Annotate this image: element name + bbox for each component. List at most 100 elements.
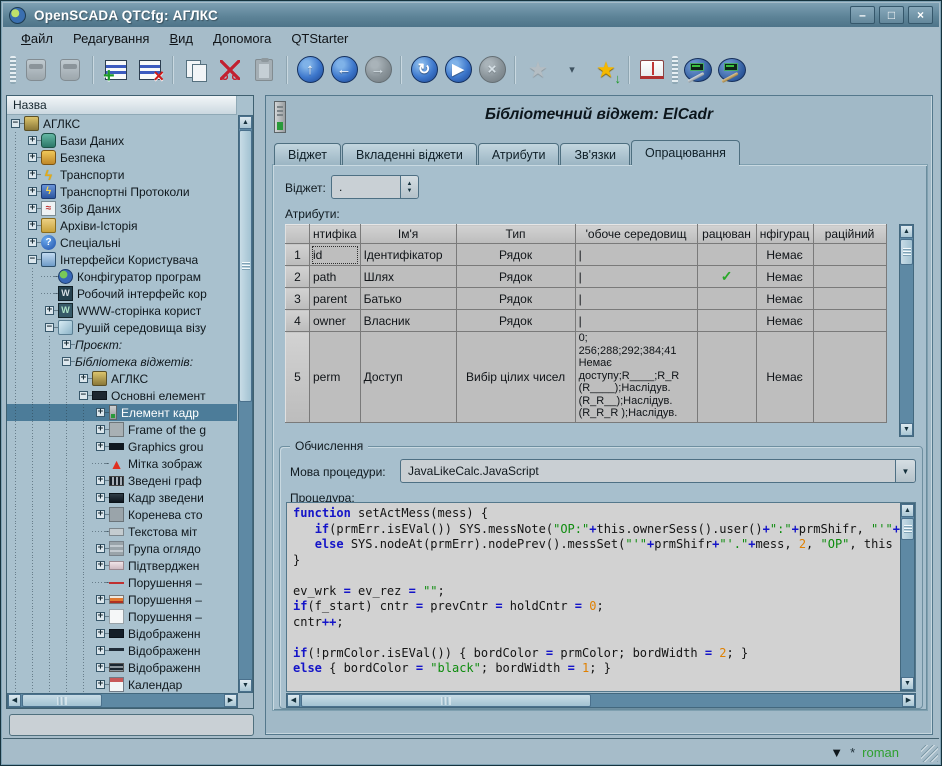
tree-item-кадр-зведени[interactable]: + Кадр зведени <box>7 489 237 506</box>
attr-cell-processing[interactable]: ✓ <box>696 265 757 288</box>
tree-status-line-edit[interactable] <box>9 714 254 736</box>
title-bar[interactable]: OpenSCADA QTCfg: АГЛКС – □ × <box>3 3 939 27</box>
attr-cell-id[interactable]: parent <box>309 287 361 310</box>
scroll-down-icon[interactable] <box>900 423 913 436</box>
tree-expander-collapsed-icon[interactable]: + <box>41 302 58 319</box>
tree-item-інтерфейси-користувача[interactable]: − Інтерфейси Користувача <box>7 251 237 268</box>
tab-0[interactable]: Віджет <box>274 143 342 165</box>
attr-cell-processing[interactable] <box>696 243 757 266</box>
code-scrollbar-handle[interactable] <box>901 518 914 540</box>
attr-cell-name[interactable]: Власник <box>359 309 457 332</box>
row-number[interactable]: 2 <box>285 265 310 288</box>
scroll-left-icon[interactable] <box>8 694 21 707</box>
tree-expander-collapsed-icon[interactable]: + <box>92 642 109 659</box>
attr-cell-config-value[interactable] <box>812 243 887 266</box>
close-button[interactable]: × <box>908 6 933 24</box>
tree-item-порушення-[interactable]: + Порушення – <box>7 608 237 625</box>
tree-expander-collapsed-icon[interactable]: + <box>58 336 75 353</box>
tree-scrollbar-handle[interactable] <box>239 130 252 402</box>
tree-item-безпека[interactable]: + Безпека <box>7 149 237 166</box>
tree-item-робочий-інтерфейс-кор[interactable]: W Робочий інтерфейс кор <box>7 285 237 302</box>
attr-cell-id[interactable]: id <box>309 243 361 266</box>
attr-cell-config-value[interactable] <box>812 309 887 332</box>
tree-item-основні-елемент[interactable]: − Основні елемент <box>7 387 237 404</box>
attr-cell-type[interactable]: Рядок <box>455 243 576 266</box>
attr-cell-workarea[interactable]: | <box>574 243 698 266</box>
refresh-button[interactable]: ↻ <box>407 53 441 87</box>
attr-cell-processing[interactable] <box>696 287 757 310</box>
tree-item-спеціальні[interactable]: +? Спеціальні <box>7 234 237 251</box>
tree-hscrollbar-handle[interactable] <box>22 694 102 707</box>
tree-expander-collapsed-icon[interactable]: + <box>92 421 109 438</box>
spin-up-icon[interactable]: ▲ <box>407 181 413 187</box>
attr-column-header-5[interactable]: рацюван <box>696 224 757 244</box>
attr-cell-type[interactable]: Рядок <box>455 287 576 310</box>
start-button[interactable]: ▶ <box>441 53 475 87</box>
attr-cell-name[interactable]: Батько <box>359 287 457 310</box>
minimize-button[interactable]: – <box>850 6 875 24</box>
menu-item-2[interactable]: Вид <box>159 29 203 48</box>
tree-expander-expanded-icon[interactable]: − <box>58 353 75 370</box>
widget-combo[interactable]: . ▲ ▼ <box>331 175 419 199</box>
up-button[interactable]: ↑ <box>293 53 327 87</box>
tree-expander-collapsed-icon[interactable]: + <box>92 472 109 489</box>
tree-vertical-scrollbar[interactable] <box>238 115 253 693</box>
tree-item-порушення-[interactable]: + Порушення – <box>7 591 237 608</box>
tree-item-рушій-середовища-візу[interactable]: − Рушій середовища візу <box>7 319 237 336</box>
tree-item-коренева-сто[interactable]: + Коренева сто <box>7 506 237 523</box>
tree-expander-collapsed-icon[interactable]: + <box>24 234 41 251</box>
cut-button[interactable] <box>213 53 247 87</box>
tree-item-порушення-[interactable]: Порушення – <box>7 574 237 591</box>
row-number[interactable]: 3 <box>285 287 310 310</box>
attr-cell-workarea[interactable]: | <box>574 287 698 310</box>
attr-cell-type[interactable]: Рядок <box>455 309 576 332</box>
tab-3[interactable]: Зв'язки <box>560 143 630 165</box>
attr-cell-config-value[interactable] <box>812 287 887 310</box>
scroll-up-icon[interactable] <box>239 116 252 129</box>
attr-column-header-0[interactable] <box>285 224 310 244</box>
attr-cell-name[interactable]: Шлях <box>359 265 457 288</box>
qtstarter-vision-button[interactable] <box>681 53 715 87</box>
menu-item-4[interactable]: QTStarter <box>281 29 358 48</box>
tree-item-graphics-grou[interactable]: + Graphics grou <box>7 438 237 455</box>
attr-cell-type[interactable]: Вибір цілих чисел <box>455 331 576 423</box>
tree-item-елемент-кадр[interactable]: + Елемент кадр <box>7 404 237 421</box>
tree-header-name[interactable]: Назва <box>7 96 237 115</box>
menu-item-0[interactable]: Файл <box>11 29 63 48</box>
tree-expander-expanded-icon[interactable]: − <box>41 319 58 336</box>
row-number[interactable]: 1 <box>285 243 310 266</box>
tree-expander-expanded-icon[interactable]: − <box>7 115 24 132</box>
tree-expander-expanded-icon[interactable]: − <box>75 387 92 404</box>
tab-4[interactable]: Опрацювання <box>630 140 740 166</box>
tree-expander-collapsed-icon[interactable]: + <box>24 200 41 217</box>
tree-expander-collapsed-icon[interactable]: + <box>24 217 41 234</box>
tree-expander-collapsed-icon[interactable]: + <box>92 676 109 693</box>
tree-item-бібліотека-віджетів-[interactable]: − Бібліотека віджетів: <box>7 353 237 370</box>
manual-button[interactable] <box>635 53 669 87</box>
tree-expander-collapsed-icon[interactable]: + <box>92 608 109 625</box>
attr-cell-config-value[interactable] <box>812 265 887 288</box>
tree-item-конфігуратор-програм[interactable]: Конфігуратор програм <box>7 268 237 285</box>
attr-cell-processing[interactable] <box>696 309 757 332</box>
tree-horizontal-scrollbar[interactable] <box>7 693 238 708</box>
favorite-add-button[interactable]: ★ ↓ <box>589 53 623 87</box>
tab-1[interactable]: Вкладенні віджети <box>342 143 477 165</box>
scroll-right-icon[interactable] <box>224 694 237 707</box>
attr-column-header-4[interactable]: 'обоче середовищ <box>574 224 698 244</box>
attr-cell-config[interactable]: Немає <box>755 309 814 332</box>
tree-item-транспортні-протоколи[interactable]: + ϟ Транспортні Протоколи <box>7 183 237 200</box>
tree-expander-collapsed-icon[interactable]: + <box>92 506 109 523</box>
scroll-down-icon[interactable] <box>239 679 252 692</box>
tree-expander-collapsed-icon[interactable]: + <box>92 438 109 455</box>
favorite-dropdown[interactable]: ▾ <box>555 53 589 87</box>
item-delete-button[interactable]: × <box>133 53 167 87</box>
attr-cell-name[interactable]: Ідентифікатор <box>359 243 457 266</box>
attr-column-header-7[interactable]: раційний <box>812 224 887 244</box>
tray-collapse-icon[interactable]: ▼ <box>830 745 843 760</box>
tree-item-відображенн[interactable]: + Відображенн <box>7 659 237 676</box>
row-number[interactable]: 4 <box>285 309 310 332</box>
attr-cell-workarea[interactable]: 0; 256;288;292;384;41 Немає доступу;R___… <box>574 331 698 423</box>
tree-expander-collapsed-icon[interactable]: + <box>92 659 109 676</box>
toolbar-drag-handle[interactable] <box>10 55 16 84</box>
copy-button[interactable] <box>179 53 213 87</box>
